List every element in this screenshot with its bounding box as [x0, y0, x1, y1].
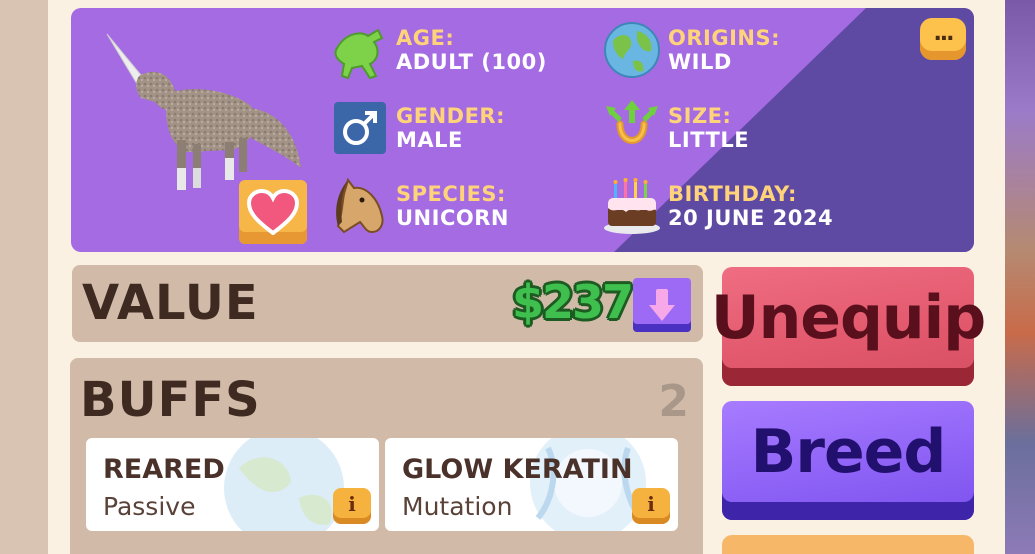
buff-card-glow-keratin[interactable]: GLOW KERATIN Mutation i [385, 438, 678, 531]
extra-action-button[interactable] [722, 535, 974, 554]
stat-birthday: BIRTHDAY: 20 JUNE 2024 [602, 176, 833, 236]
info-icon: i [647, 492, 655, 516]
pet-info-card: ... AGE: ADULT (100) GENDER: MALE SPECIE… [71, 8, 974, 252]
buff-info-button[interactable]: i [632, 488, 670, 524]
breed-button[interactable]: Breed [722, 401, 974, 520]
origins-label: ORIGINS: [668, 26, 780, 50]
more-options-button[interactable]: ... [920, 18, 966, 60]
left-backdrop [0, 0, 48, 554]
stat-size: SIZE: LITTLE [602, 98, 749, 158]
buff-info-button[interactable]: i [333, 488, 371, 524]
favorite-button[interactable] [239, 180, 307, 244]
heart-icon [247, 189, 299, 235]
value-amount: $237 [512, 275, 634, 329]
right-backdrop [1005, 0, 1035, 554]
more-dots-icon: ... [933, 21, 954, 46]
info-icon: i [348, 492, 356, 516]
age-label: AGE: [396, 26, 455, 50]
value-title: VALUE [82, 275, 259, 331]
globe-icon [602, 20, 662, 80]
gender-value: MALE [396, 128, 463, 152]
horseshoe-arrows-icon [602, 98, 662, 158]
buffs-count: 2 [658, 376, 689, 427]
buff-type: Passive [103, 492, 196, 521]
stat-species: SPECIES: UNICORN [330, 176, 509, 236]
species-value: UNICORN [396, 206, 509, 230]
buffs-title: BUFFS [80, 372, 261, 428]
stat-age: AGE: ADULT (100) [330, 20, 547, 80]
origins-value: WILD [668, 50, 732, 74]
stat-gender: GENDER: MALE [330, 98, 505, 158]
value-bar: VALUE $237 [72, 265, 703, 342]
birthday-value: 20 JUNE 2024 [668, 206, 834, 230]
stat-origins: ORIGINS: WILD [602, 20, 780, 80]
buff-card-reared[interactable]: REARED Passive i [86, 438, 379, 531]
unicorn-portrait [106, 33, 301, 190]
arrow-down-icon [649, 289, 675, 321]
value-trend-button[interactable] [633, 278, 691, 332]
horse-head-icon [330, 176, 390, 236]
horse-leaping-icon [330, 20, 390, 80]
male-sign-icon [330, 98, 390, 158]
buff-name: GLOW KERATIN [402, 454, 633, 485]
gender-label: GENDER: [396, 104, 506, 128]
size-value: LITTLE [668, 128, 750, 152]
species-label: SPECIES: [396, 182, 506, 206]
buffs-panel: BUFFS 2 REARED Passive i GLOW KERATIN Mu… [70, 358, 703, 554]
buff-type: Mutation [402, 492, 513, 521]
birthday-cake-icon [602, 176, 662, 236]
unequip-button[interactable]: Unequip [711, 267, 986, 386]
birthday-label: BIRTHDAY: [668, 182, 797, 206]
age-value: ADULT (100) [396, 50, 547, 74]
buff-name: REARED [103, 454, 225, 485]
size-label: SIZE: [668, 104, 732, 128]
